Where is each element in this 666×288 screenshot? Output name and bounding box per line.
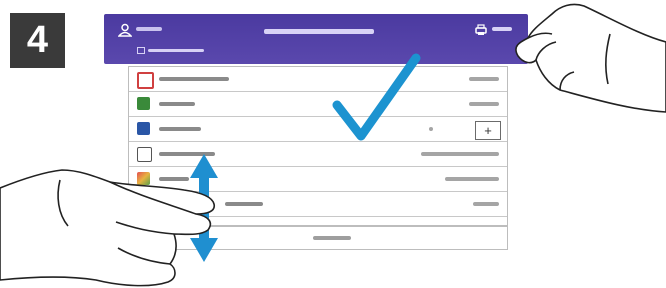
checkmark-icon: [332, 53, 421, 141]
right-hand-illustration: [515, 3, 666, 113]
illustration-overlay: [0, 3, 666, 287]
left-hand-illustration: [0, 169, 216, 287]
